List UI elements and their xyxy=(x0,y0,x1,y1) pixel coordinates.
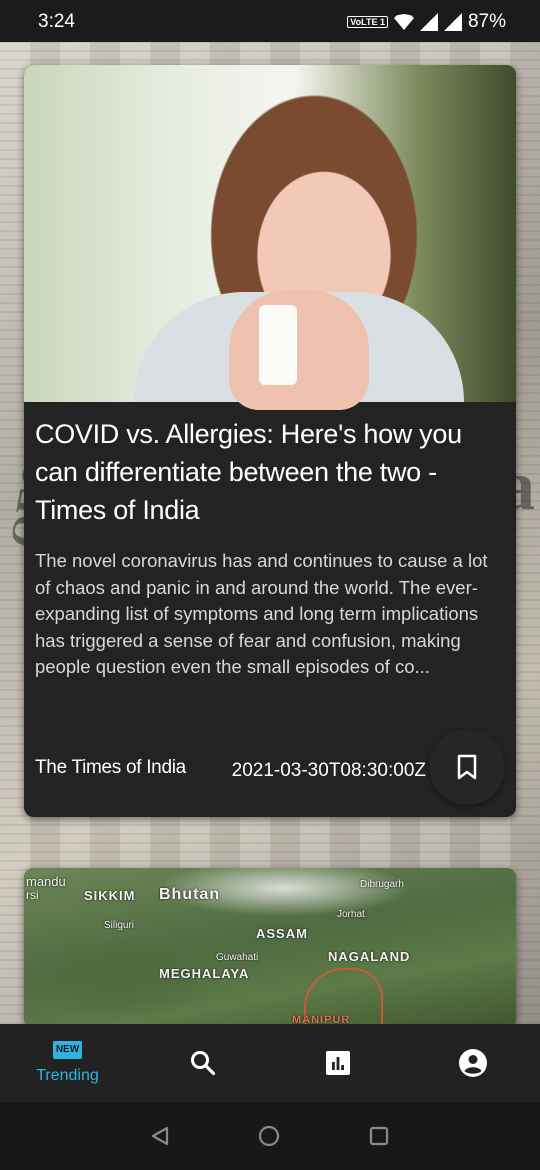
article-image[interactable] xyxy=(24,65,516,410)
bookmark-button[interactable] xyxy=(429,729,505,805)
article-date: 2021-03-30T08:30:00Z xyxy=(231,760,426,781)
nav-trending-label: Trending xyxy=(36,1067,99,1084)
article-card[interactable]: COVID vs. Allergies: Here's how you can … xyxy=(24,65,516,817)
recents-icon[interactable] xyxy=(369,1126,389,1146)
nav-stats[interactable] xyxy=(270,1024,405,1102)
wifi-icon xyxy=(393,14,414,30)
signal-icon xyxy=(419,13,438,31)
search-icon xyxy=(190,1051,215,1076)
bottom-nav: NEW Trending xyxy=(0,1024,540,1102)
account-icon xyxy=(458,1049,487,1077)
nav-search[interactable] xyxy=(135,1024,270,1102)
bookmark-icon xyxy=(457,754,477,780)
bar-chart-icon xyxy=(325,1051,350,1075)
nav-trending[interactable]: NEW Trending xyxy=(0,1024,135,1102)
status-time: 3:24 xyxy=(38,11,75,32)
system-navigation xyxy=(0,1102,540,1170)
article-map-image[interactable]: mandu rsi SIKKIM Bhutan Siliguri Dibruga… xyxy=(24,868,516,1028)
home-icon[interactable] xyxy=(258,1125,280,1147)
battery-level: 87% xyxy=(467,11,506,32)
signal-icon-2 xyxy=(443,13,462,31)
new-badge-icon: NEW xyxy=(52,1041,83,1059)
article-source: The Times of India xyxy=(35,757,186,778)
next-article-card[interactable]: mandu rsi SIKKIM Bhutan Siliguri Dibruga… xyxy=(24,868,516,1028)
back-icon[interactable] xyxy=(149,1125,171,1147)
volte-icon: VoLTE 1 xyxy=(347,16,388,28)
article-title[interactable]: COVID vs. Allergies: Here's how you can … xyxy=(35,415,505,529)
nav-account[interactable] xyxy=(405,1024,540,1102)
status-bar: 3:24 VoLTE 1 87% xyxy=(0,0,540,42)
article-description: The novel coronavirus has and continues … xyxy=(35,550,488,677)
